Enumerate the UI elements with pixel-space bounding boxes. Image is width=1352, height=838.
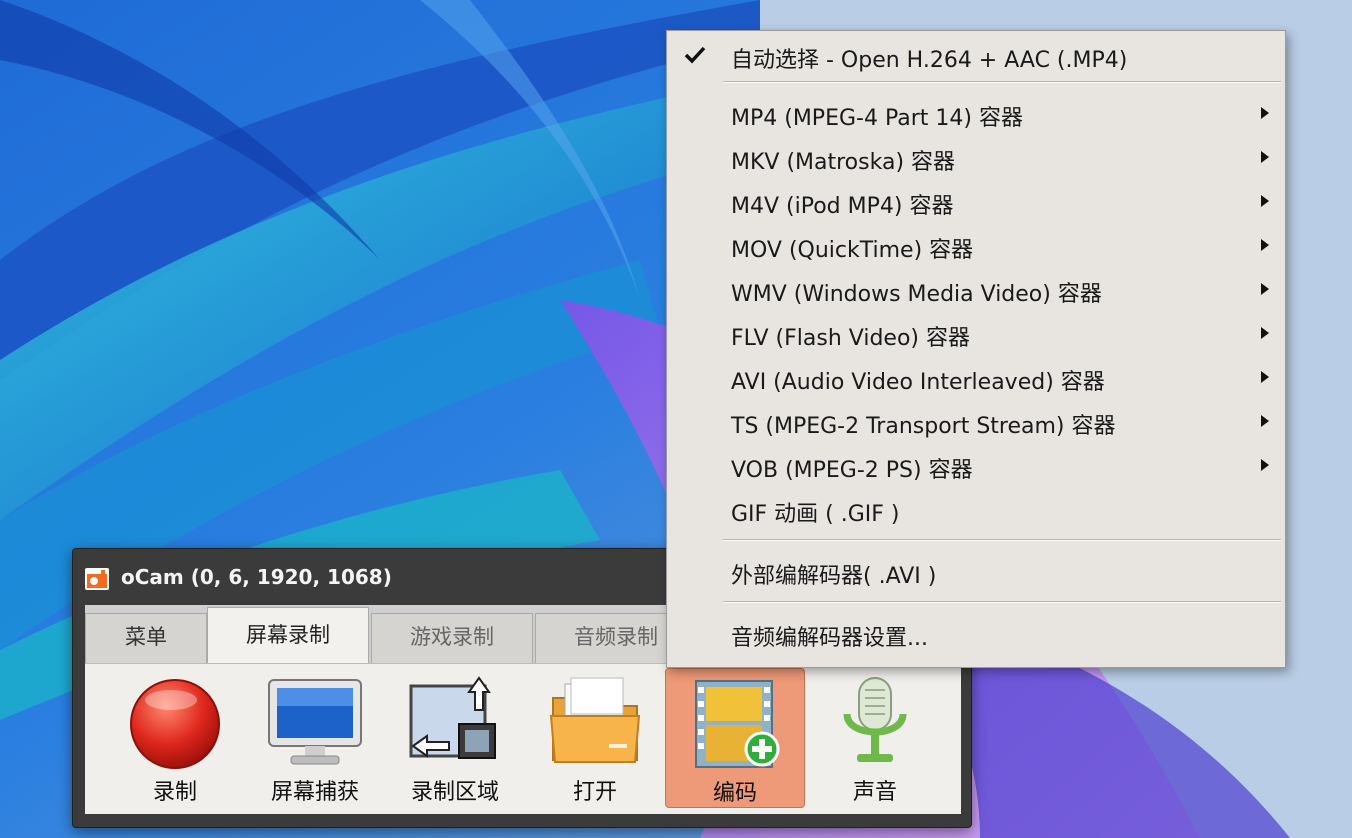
toolbar: 录制 屏幕捕获 录制区域 打开 编码 声音 — [85, 663, 961, 814]
menu-separator — [723, 539, 1281, 541]
folder-icon — [545, 674, 645, 770]
menu-item-label: TS (MPEG-2 Transport Stream) 容器 — [731, 414, 1116, 439]
codec-context-menu: 自动选择 - Open H.264 + AAC (.MP4) MP4 (MPEG… — [666, 30, 1286, 668]
submenu-arrow-icon — [1261, 195, 1269, 207]
menu-item-label: VOB (MPEG-2 PS) 容器 — [731, 458, 973, 483]
menu-item-label: AVI (Audio Video Interleaved) 容器 — [731, 370, 1105, 395]
tool-label: 打开 — [572, 780, 617, 805]
submenu-arrow-icon — [1261, 107, 1269, 119]
tab-label: 菜单 — [125, 625, 167, 649]
screen-capture-button[interactable]: 屏幕捕获 — [245, 668, 385, 808]
tab-label: 音频录制 — [574, 625, 658, 649]
monitor-icon — [265, 674, 365, 770]
encode-button[interactable]: 编码 — [665, 668, 805, 808]
tab-screen-record[interactable]: 屏幕录制 — [207, 607, 369, 663]
menu-item-m4v[interactable]: M4V (iPod MP4) 容器 — [667, 179, 1285, 223]
submenu-arrow-icon — [1261, 151, 1269, 163]
submenu-arrow-icon — [1261, 283, 1269, 295]
menu-item-gif[interactable]: GIF 动画 ( .GIF ) — [667, 487, 1285, 531]
menu-item-vob[interactable]: VOB (MPEG-2 PS) 容器 — [667, 443, 1285, 487]
menu-item-flv[interactable]: FLV (Flash Video) 容器 — [667, 311, 1285, 355]
tool-label: 录制 — [152, 780, 197, 805]
submenu-arrow-icon — [1261, 459, 1269, 471]
menu-item-label: 外部编解码器( .AVI ) — [731, 564, 937, 589]
menu-item-label: MKV (Matroska) 容器 — [731, 150, 956, 175]
ocam-app-icon — [85, 568, 109, 590]
tool-label: 录制区域 — [410, 780, 499, 805]
menu-item-avi[interactable]: AVI (Audio Video Interleaved) 容器 — [667, 355, 1285, 399]
menu-item-mov[interactable]: MOV (QuickTime) 容器 — [667, 223, 1285, 267]
menu-item-label: WMV (Windows Media Video) 容器 — [731, 282, 1102, 307]
tab-game-record[interactable]: 游戏录制 — [371, 613, 533, 663]
menu-item-auto-select[interactable]: 自动选择 - Open H.264 + AAC (.MP4) — [667, 33, 1285, 77]
microphone-icon — [825, 674, 925, 770]
sound-button[interactable]: 声音 — [805, 668, 945, 808]
submenu-arrow-icon — [1261, 415, 1269, 427]
menu-item-label: M4V (iPod MP4) 容器 — [731, 194, 954, 219]
tab-label: 游戏录制 — [410, 625, 494, 649]
menu-item-label: FLV (Flash Video) 容器 — [731, 326, 970, 351]
menu-item-label: MP4 (MPEG-4 Part 14) 容器 — [731, 106, 1023, 131]
menu-item-wmv[interactable]: WMV (Windows Media Video) 容器 — [667, 267, 1285, 311]
menu-separator — [723, 601, 1281, 603]
tab-menu[interactable]: 菜单 — [85, 613, 207, 663]
menu-item-mkv[interactable]: MKV (Matroska) 容器 — [667, 135, 1285, 179]
tab-label: 屏幕录制 — [246, 623, 330, 647]
open-button[interactable]: 打开 — [525, 668, 665, 808]
tool-label: 屏幕捕获 — [270, 780, 359, 805]
window-title: oCam (0, 6, 1920, 1068) — [121, 565, 392, 589]
resize-region-icon — [405, 674, 505, 770]
record-region-button[interactable]: 录制区域 — [385, 668, 525, 808]
menu-item-label: MOV (QuickTime) 容器 — [731, 238, 974, 263]
menu-item-label: 音频编解码器设置... — [731, 626, 928, 651]
checkmark-icon — [683, 45, 707, 65]
submenu-arrow-icon — [1261, 239, 1269, 251]
record-icon — [125, 674, 225, 770]
film-add-icon — [686, 675, 786, 771]
menu-item-ts[interactable]: TS (MPEG-2 Transport Stream) 容器 — [667, 399, 1285, 443]
menu-separator — [723, 81, 1281, 83]
menu-item-external-codec[interactable]: 外部编解码器( .AVI ) — [667, 549, 1285, 593]
tool-label: 声音 — [852, 780, 897, 805]
menu-item-label: 自动选择 - Open H.264 + AAC (.MP4) — [731, 48, 1128, 73]
menu-item-label: GIF 动画 ( .GIF ) — [731, 502, 900, 527]
menu-item-mp4[interactable]: MP4 (MPEG-4 Part 14) 容器 — [667, 91, 1285, 135]
record-button[interactable]: 录制 — [105, 668, 245, 808]
submenu-arrow-icon — [1261, 327, 1269, 339]
menu-item-audio-codec-settings[interactable]: 音频编解码器设置... — [667, 611, 1285, 655]
submenu-arrow-icon — [1261, 371, 1269, 383]
tool-label: 编码 — [712, 781, 757, 806]
